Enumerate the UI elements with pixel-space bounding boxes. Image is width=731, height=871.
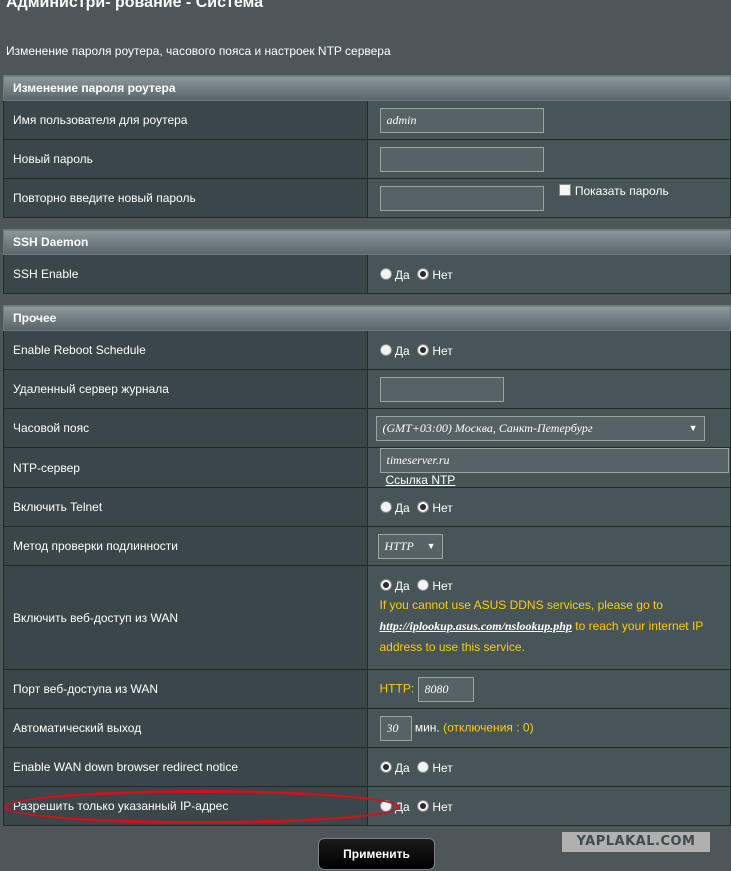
wan-access-radio-group: Да Нет: [379, 578, 457, 593]
timezone-select[interactable]: (GMT+03:00) Москва, Санкт-Петербург ▼: [375, 415, 705, 441]
misc-section-header: Прочее: [3, 305, 731, 331]
reboot-schedule-label: Enable Reboot Schedule: [3, 330, 368, 370]
misc-section: Прочее Enable Reboot Schedule Да Нет Уда…: [3, 305, 731, 826]
apply-button[interactable]: Применить: [318, 838, 435, 870]
autologout-label: Автоматический выход: [3, 708, 368, 748]
ip-restrict-yes[interactable]: Да: [379, 799, 410, 814]
wan-port-label: Порт веб-доступа из WAN: [3, 669, 368, 709]
page-subtitle: Изменение пароля роутера, часового пояса…: [6, 44, 391, 58]
repeat-password-input[interactable]: [379, 185, 544, 211]
ip-restrict-label: Разрешить только указанный IP-адрес: [3, 786, 368, 826]
autologout-unit: мин.: [414, 720, 440, 735]
page-title: Администри- рование - Система: [6, 0, 264, 11]
password-section-header: Изменение пароля роутера: [3, 75, 731, 101]
password-section: Изменение пароля роутера Имя пользовател…: [3, 75, 731, 218]
log-server-label: Удаленный сервер журнала: [3, 369, 368, 409]
new-password-input[interactable]: [379, 146, 544, 172]
telnet-label: Включить Telnet: [3, 487, 368, 527]
ntp-server-input[interactable]: [379, 448, 729, 473]
repeat-password-label: Повторно введите новый пароль: [3, 178, 368, 218]
wan-redirect-radio-group: Да Нет: [379, 760, 457, 775]
chevron-down-icon: ▼: [688, 423, 698, 433]
log-server-input[interactable]: [379, 376, 504, 402]
timezone-label: Часовой пояс: [3, 408, 368, 448]
iplookup-link[interactable]: http://iplookup.asus.com/nslookup.php: [380, 619, 572, 633]
ssh-section: SSH Daemon SSH Enable Да Нет: [3, 229, 731, 294]
username-label: Имя пользователя для роутера: [3, 100, 368, 140]
ssh-enable-label: SSH Enable: [3, 254, 368, 294]
show-password-label: Показать пароль: [574, 183, 669, 198]
wan-port-protocol: HTTP:: [379, 681, 415, 696]
auth-method-select[interactable]: HTTP ▼: [377, 533, 443, 559]
ssh-enable-no[interactable]: Нет: [417, 267, 453, 282]
telnet-radio-group: Да Нет: [379, 500, 457, 515]
telnet-no[interactable]: Нет: [417, 500, 453, 515]
username-input[interactable]: [379, 107, 544, 133]
show-password-option[interactable]: Показать пароль: [558, 183, 669, 198]
wan-access-warning: If you cannot use ASUS DDNS services, pl…: [379, 597, 704, 654]
autologout-input[interactable]: [379, 715, 412, 741]
wan-redirect-yes[interactable]: Да: [379, 760, 410, 775]
autologout-hint: (отключения : 0): [443, 720, 534, 735]
ntp-server-label: NTP-сервер: [3, 447, 368, 488]
watermark: YAPLAKAL.COM: [562, 832, 710, 852]
ssh-section-header: SSH Daemon: [3, 229, 731, 255]
chevron-down-icon: ▼: [426, 541, 436, 551]
show-password-checkbox[interactable]: [558, 183, 571, 196]
ip-restrict-radio-group: Да Нет: [379, 799, 457, 814]
wan-access-no[interactable]: Нет: [417, 578, 453, 593]
ip-restrict-no[interactable]: Нет: [417, 799, 453, 814]
auth-method-label: Метод проверки подлинности: [3, 526, 368, 566]
telnet-yes[interactable]: Да: [379, 500, 410, 515]
ssh-enable-radio-group: Да Нет: [379, 267, 457, 282]
ssh-enable-yes[interactable]: Да: [379, 267, 410, 282]
wan-redirect-label: Enable WAN down browser redirect notice: [3, 747, 368, 787]
wan-redirect-no[interactable]: Нет: [417, 760, 453, 775]
wan-access-yes[interactable]: Да: [379, 578, 410, 593]
new-password-label: Новый пароль: [3, 139, 368, 179]
ntp-link[interactable]: Ссылка NTP: [386, 473, 456, 487]
reboot-schedule-no[interactable]: Нет: [417, 343, 453, 358]
wan-access-label: Включить веб-доступ из WAN: [3, 565, 368, 670]
reboot-schedule-radio-group: Да Нет: [379, 343, 457, 358]
wan-port-input[interactable]: [417, 676, 474, 702]
reboot-schedule-yes[interactable]: Да: [379, 343, 410, 358]
